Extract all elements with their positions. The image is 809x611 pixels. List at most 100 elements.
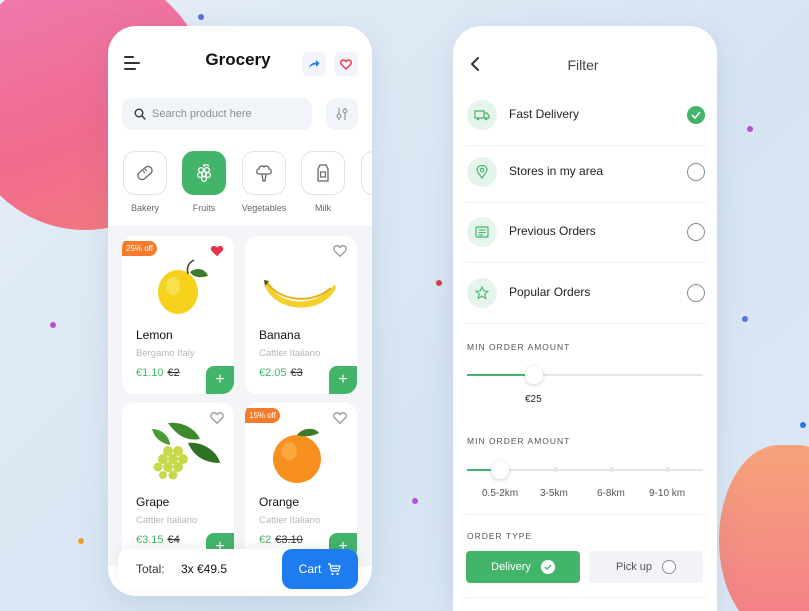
order-type-pickup-button[interactable]: Pick up <box>589 551 703 583</box>
checkmark-icon <box>691 111 701 119</box>
add-to-cart-button[interactable]: + <box>206 366 234 394</box>
divider <box>465 514 705 515</box>
divider <box>465 597 705 598</box>
decorative-blob-orange <box>719 445 809 611</box>
option-checkbox[interactable] <box>687 106 705 124</box>
product-price-row: €2.05 €3 <box>259 367 303 379</box>
cart-icon <box>328 562 341 575</box>
share-button[interactable] <box>302 52 326 76</box>
menu-icon[interactable] <box>124 56 140 70</box>
product-name: Banana <box>259 328 301 342</box>
heart-outline-icon <box>340 58 352 70</box>
broccoli-icon <box>256 165 272 182</box>
decorative-dot <box>50 322 56 328</box>
search-icon <box>134 108 146 120</box>
grape-image <box>152 422 220 480</box>
step-tick[interactable] <box>665 467 670 472</box>
page-title: Filter <box>567 57 599 73</box>
cart-button[interactable]: Cart <box>282 549 358 589</box>
product-card-grape[interactable]: Grape Cattier Italiano €3.15 €4 + <box>122 403 234 561</box>
category-label: Fruits <box>192 203 216 213</box>
add-to-cart-button[interactable]: + <box>329 366 357 394</box>
product-price: €2.05 <box>259 367 287 379</box>
location-pin-icon <box>476 165 488 179</box>
decorative-dot <box>800 422 806 428</box>
category-row: Bakery Fruits Vegetables Milk <box>122 151 372 221</box>
order-type-label: Pick up <box>615 561 653 573</box>
product-price-row: €1.10 €2 <box>136 367 180 379</box>
milk-carton-icon <box>317 164 329 182</box>
checkmark-icon <box>540 560 555 574</box>
category-bakery[interactable]: Bakery <box>122 151 168 213</box>
back-arrow-icon[interactable] <box>469 56 481 72</box>
heart-outline-icon[interactable] <box>333 411 347 425</box>
category-tile <box>361 151 372 195</box>
category-label: Bakery <box>130 203 159 213</box>
product-name: Grape <box>136 495 170 509</box>
product-grid: 25% off Lemon Bergamo Italy €1.10 €2 + B… <box>108 226 372 566</box>
category-tile <box>301 151 345 195</box>
product-price: €2 <box>259 534 272 546</box>
product-card-lemon[interactable]: 25% off Lemon Bergamo Italy €1.10 €2 + <box>122 236 234 394</box>
product-price: €3.15 <box>136 534 164 546</box>
share-arrow-icon <box>309 60 320 68</box>
option-icon-wrap <box>467 100 497 130</box>
search-input[interactable] <box>152 108 302 120</box>
step-tick[interactable] <box>609 467 614 472</box>
option-icon-wrap <box>467 278 497 308</box>
filter-option-fast-delivery[interactable]: Fast Delivery <box>465 86 705 146</box>
slider-knob[interactable] <box>525 366 543 384</box>
category-tile <box>242 151 286 195</box>
category-label: Milk <box>315 203 331 213</box>
category-tile <box>123 151 167 195</box>
step-tick[interactable] <box>553 467 558 472</box>
product-origin: Cattier Italiano <box>259 515 321 526</box>
receipt-icon <box>475 226 489 238</box>
sliders-icon <box>336 108 348 120</box>
top-bar: Grocery <box>108 26 372 96</box>
cart-button-label: Cart <box>298 562 322 576</box>
product-origin: Cattier Italiano <box>136 515 198 526</box>
product-price-row: €3.15 €4 <box>136 534 180 546</box>
decorative-dot <box>412 498 418 504</box>
product-price-row: €2 €3.10 <box>259 534 303 546</box>
favorites-button[interactable] <box>334 52 358 76</box>
slider-value: €25 <box>525 394 542 405</box>
section-label-min-order: MIN ORDER AMOUNT <box>467 342 571 352</box>
step-label: 9-10 km <box>649 488 686 499</box>
category-tile <box>182 151 226 195</box>
filter-option-stores-area[interactable]: Stores in my area <box>465 143 705 203</box>
cart-bar: Total: 3x €49.5 Cart <box>118 549 358 589</box>
decorative-dot <box>198 14 204 20</box>
plus-icon: + <box>215 371 225 388</box>
decorative-dot <box>747 126 753 132</box>
banana-image <box>264 280 336 308</box>
category-fruits[interactable]: Fruits <box>181 151 227 213</box>
product-price: €1.10 <box>136 367 164 379</box>
category-milk[interactable]: Milk <box>300 151 346 213</box>
heart-outline-icon[interactable] <box>333 244 347 258</box>
heart-filled-icon[interactable] <box>210 244 224 258</box>
option-checkbox[interactable] <box>687 284 705 302</box>
step-slider-knob[interactable] <box>491 461 509 479</box>
filter-button[interactable] <box>326 98 358 130</box>
option-checkbox[interactable] <box>687 163 705 181</box>
plus-icon: + <box>338 371 348 388</box>
total-value: 3x €49.5 <box>181 562 228 576</box>
search-field[interactable] <box>122 98 312 130</box>
option-checkbox[interactable] <box>687 223 705 241</box>
product-card-banana[interactable]: Banana Cattier Italiano €2.05 €3 + <box>245 236 357 394</box>
filter-option-previous-orders[interactable]: Previous Orders <box>465 203 705 263</box>
category-more[interactable] <box>360 151 372 195</box>
product-origin: Bergamo Italy <box>136 348 195 359</box>
product-old-price: €2 <box>167 367 180 379</box>
filter-option-popular-orders[interactable]: Popular Orders <box>465 264 705 324</box>
product-card-orange[interactable]: 15% off Orange Cattier Italiano €2 €3.10 … <box>245 403 357 561</box>
page-title: Grocery <box>205 50 271 69</box>
section-label-min-order-distance: MIN ORDER AMOUNT <box>467 436 571 446</box>
order-type-label: Delivery <box>491 561 531 573</box>
bread-icon <box>137 165 153 181</box>
order-type-delivery-button[interactable]: Delivery <box>466 551 580 583</box>
category-vegetables[interactable]: Vegetables <box>241 151 287 213</box>
star-icon <box>475 286 489 300</box>
